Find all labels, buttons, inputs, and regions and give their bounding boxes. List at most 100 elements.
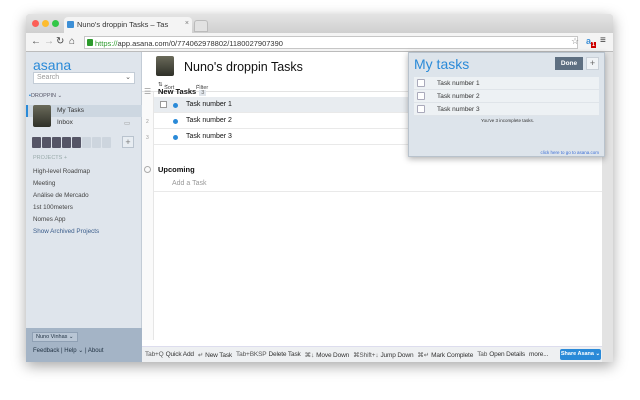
popup-task-list: Task number 1 Task number 2 Task number … xyxy=(414,77,599,116)
shortcut-jump-down: ⌘Shift+↓ Jump Down xyxy=(353,352,414,359)
task-checkbox[interactable] xyxy=(417,79,425,87)
zoom-window-button[interactable] xyxy=(52,20,59,27)
empty-slot xyxy=(92,137,101,148)
projects-header: PROJECTS + xyxy=(33,155,68,161)
back-icon[interactable]: ← xyxy=(31,36,41,47)
popup-task-row: Task number 2 xyxy=(414,90,599,103)
section-upcoming[interactable]: Upcoming xyxy=(158,165,195,174)
sidebar-project[interactable]: Nomes App xyxy=(33,216,66,223)
sidebar-project[interactable]: High-level Roadmap xyxy=(33,168,90,175)
workspace-selector[interactable]: ▪DROPPIN ⌄ xyxy=(29,93,62,99)
row-number: 2 xyxy=(146,119,149,125)
task-name[interactable]: Task number 2 xyxy=(437,93,480,100)
share-asana-button[interactable]: Share Asana ⌄ xyxy=(560,349,601,360)
user-avatar xyxy=(156,56,174,76)
chevron-down-icon[interactable]: ⌄ xyxy=(125,73,131,81)
popup-task-row: Task number 3 xyxy=(414,103,599,116)
shortcut-quick-add: Tab+Q Quick Add xyxy=(145,351,194,358)
forward-icon[interactable]: → xyxy=(44,36,54,47)
add-member-button[interactable]: + xyxy=(122,136,134,148)
inbox-icon: ▭ xyxy=(124,120,131,127)
task-checkbox[interactable] xyxy=(417,105,425,113)
asana-extension-icon[interactable]: a1 xyxy=(586,36,596,48)
url-scheme: https:// xyxy=(95,39,118,48)
task-name[interactable]: Task number 1 xyxy=(437,80,480,87)
extension-popup: My tasks Done + Task number 1 Task numbe… xyxy=(408,52,605,157)
browser-tab[interactable]: Nuno's droppin Tasks – Tas × xyxy=(64,17,192,33)
task-dot-icon xyxy=(173,103,178,108)
user-menu-button[interactable]: Nuno Vinhas ⌄ xyxy=(32,332,78,342)
popup-title: My tasks xyxy=(414,56,470,72)
asana-logo[interactable]: asana xyxy=(33,57,71,73)
asana-favicon-icon xyxy=(67,21,74,28)
shortcut-bar: Tab+Q Quick Add ↵ New Task Tab+BKSP Delete … xyxy=(142,346,602,362)
help-link[interactable]: Help xyxy=(64,348,76,354)
close-tab-icon[interactable]: × xyxy=(185,20,189,27)
reload-icon[interactable]: ↻ xyxy=(56,36,64,47)
close-window-button[interactable] xyxy=(32,20,39,27)
menu-icon[interactable]: ≡ xyxy=(600,35,606,46)
shortcut-move-down: ⌘↓ Move Down xyxy=(304,352,350,359)
sidebar-item-inbox[interactable]: Inbox xyxy=(57,119,73,126)
page-title: Nuno's droppin Tasks xyxy=(184,60,303,74)
list-options-icon[interactable]: ☰ xyxy=(144,87,151,96)
add-task-button[interactable]: + xyxy=(586,57,599,70)
url-input[interactable]: https://app.asana.com/0/774062978802/118… xyxy=(84,36,578,49)
empty-slot xyxy=(82,137,91,148)
list-gutter xyxy=(142,92,154,340)
sidebar-project[interactable]: 1st 100meters xyxy=(33,204,73,211)
tab-title: Nuno's droppin Tasks – Tas xyxy=(77,20,169,29)
minimize-window-button[interactable] xyxy=(42,20,49,27)
member-avatar[interactable] xyxy=(42,137,51,148)
task-name[interactable]: Task number 3 xyxy=(437,106,480,113)
my-tasks-label[interactable]: My Tasks xyxy=(57,107,84,114)
sidebar-project[interactable]: Meeting xyxy=(33,180,55,187)
url-path: app.asana.com/0/774062978802/11800279073… xyxy=(117,39,283,48)
sidebar-footer: Nuno Vinhas ⌄ Feedback | Help ⌄ | About xyxy=(26,328,142,362)
member-avatar[interactable] xyxy=(32,137,41,148)
shortcut-delete-task: Tab+BKSP Delete Task xyxy=(236,351,301,358)
about-link[interactable]: About xyxy=(88,348,104,354)
address-bar-row: ← → ↻ ⌂ https://app.asana.com/0/77406297… xyxy=(26,33,613,52)
sidebar-project[interactable]: Análise de Mercado xyxy=(33,192,89,199)
new-tab-button[interactable] xyxy=(194,20,208,32)
member-avatar[interactable] xyxy=(72,137,81,148)
task-checkbox[interactable] xyxy=(160,101,167,108)
task-name[interactable]: Task number 1 xyxy=(186,101,232,108)
empty-slot xyxy=(102,137,111,148)
feedback-link[interactable]: Feedback xyxy=(33,348,59,354)
shortcut-open-details: Tab Open Details xyxy=(477,351,525,358)
go-to-asana-link[interactable]: click here to go to asana.com xyxy=(540,150,599,155)
add-task-row[interactable]: Add a Task xyxy=(154,176,602,192)
show-archived-projects-link[interactable]: Show Archived Projects xyxy=(33,228,99,235)
member-avatar[interactable] xyxy=(52,137,61,148)
incomplete-tasks-info: You've 3 incomplete tasks. xyxy=(481,118,534,123)
lock-icon xyxy=(87,39,93,46)
team-members xyxy=(32,137,111,148)
search-placeholder: Search xyxy=(37,74,60,81)
task-name[interactable]: Task number 3 xyxy=(186,133,232,140)
avatar xyxy=(33,105,51,127)
more-shortcuts-link[interactable]: more... xyxy=(529,351,548,359)
shortcut-list: Tab+Q Quick Add ↵ New Task Tab+BKSP Delete … xyxy=(145,351,548,359)
section-toggle-icon[interactable] xyxy=(144,166,151,173)
task-dot-icon xyxy=(173,119,178,124)
done-button[interactable]: Done xyxy=(555,57,583,70)
search-input[interactable]: Search ⌄ xyxy=(33,72,135,84)
sidebar: asana Search ⌄ ▪DROPPIN ⌄ My Tasks Inbox … xyxy=(26,52,142,362)
task-checkbox[interactable] xyxy=(417,92,425,100)
extension-badge: 1 xyxy=(591,42,596,48)
workspace-name: DROPPIN xyxy=(30,93,57,99)
tab-bar: Nuno's droppin Tasks – Tas × xyxy=(26,14,613,33)
shortcut-mark-complete: ⌘↵ Mark Complete xyxy=(417,352,474,359)
shortcut-new-task: ↵ New Task xyxy=(197,352,233,359)
task-name[interactable]: Task number 2 xyxy=(186,117,232,124)
home-icon[interactable]: ⌂ xyxy=(69,36,75,47)
add-task-input[interactable]: Add a Task xyxy=(172,180,207,187)
task-count-badge: 3 xyxy=(199,90,207,96)
section-new-tasks[interactable]: New Tasks 3 xyxy=(158,87,207,96)
task-dot-icon xyxy=(173,135,178,140)
bookmark-star-icon[interactable]: ☆ xyxy=(571,36,579,47)
member-avatar[interactable] xyxy=(62,137,71,148)
row-number: 3 xyxy=(146,135,149,141)
